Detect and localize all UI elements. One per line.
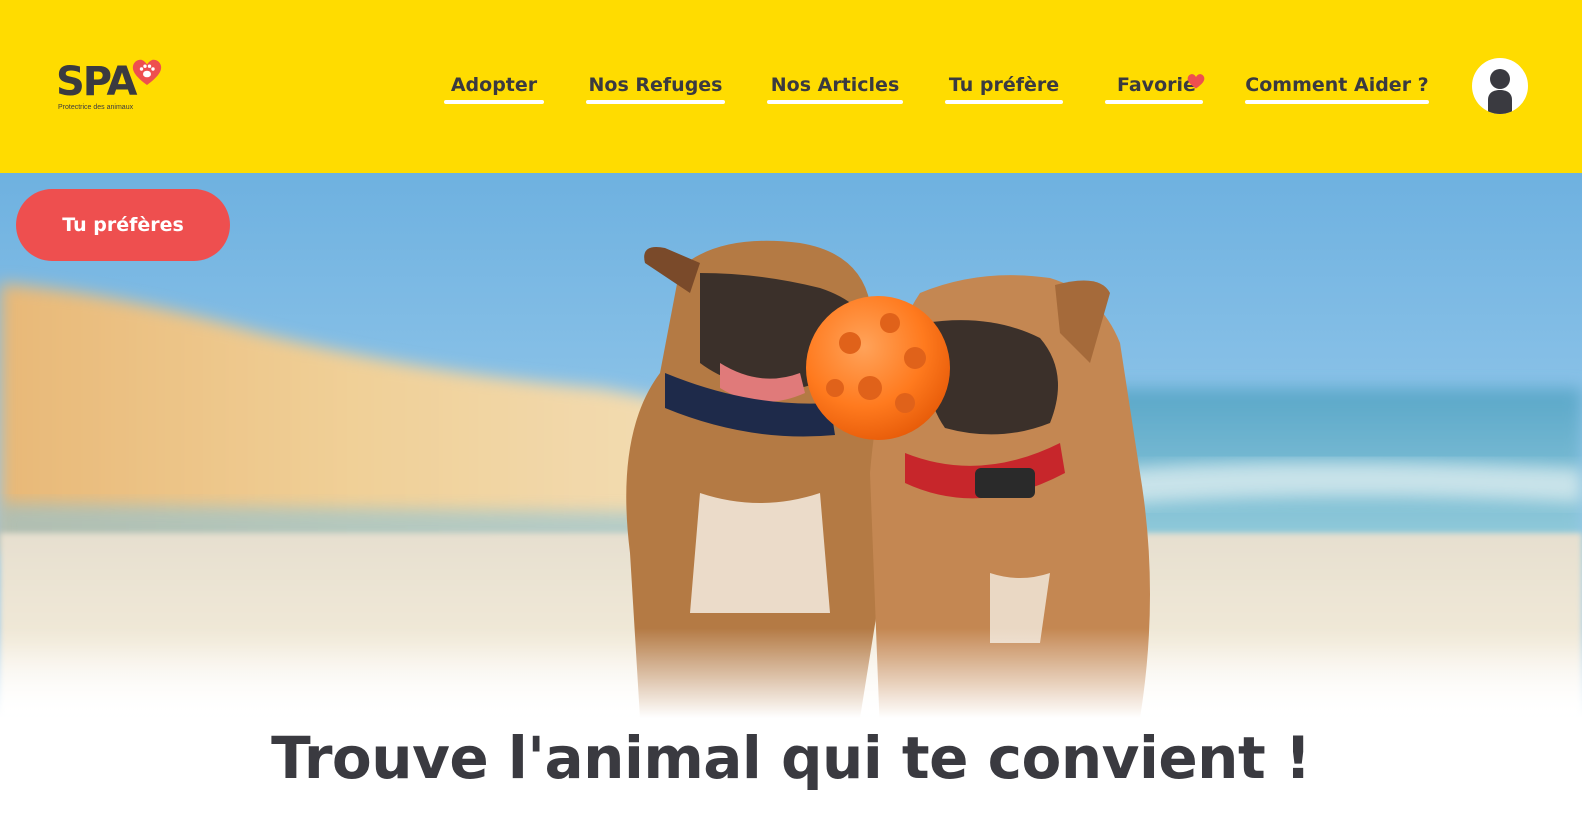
nav-comment-aider[interactable]: Comment Aider ?: [1245, 72, 1429, 104]
spa-logo[interactable]: SPA Protectrice des animaux: [56, 58, 166, 116]
tu-preferes-button[interactable]: Tu préfères: [16, 189, 230, 261]
page-headline: Trouve l'animal qui te convient !: [271, 724, 1311, 792]
nav-nos-refuges[interactable]: Nos Refuges: [586, 72, 725, 104]
hero-photo-dogs-beach: [0, 173, 1582, 718]
user-avatar-button[interactable]: [1472, 58, 1528, 114]
nav-underline: [767, 100, 903, 104]
nav-underline: [945, 100, 1063, 104]
orange-ball: [806, 296, 950, 440]
nav-underline: [1245, 100, 1429, 104]
nav-label: Adopter: [450, 74, 538, 96]
nav-underline: [444, 100, 544, 104]
hero-image: [0, 173, 1582, 718]
nav-label: Nos Articles: [770, 74, 900, 96]
nav-underline: [586, 100, 725, 104]
paw-heart-icon: [132, 59, 162, 85]
heart-icon: [1187, 74, 1205, 89]
nav-underline: [1105, 100, 1203, 104]
nav-label: Nos Refuges: [588, 74, 723, 96]
site-header: SPA Protectrice des animaux Adopter Nos …: [0, 0, 1582, 173]
nav-tu-prefere[interactable]: Tu préfère: [945, 72, 1063, 104]
nav-label: Tu préfère: [948, 74, 1060, 96]
user-avatar-icon: [1488, 69, 1512, 114]
nav-adopter[interactable]: Adopter: [444, 72, 544, 104]
logo-subtitle: Protectrice des animaux: [58, 104, 134, 111]
nav-nos-articles[interactable]: Nos Articles: [767, 72, 903, 104]
logo-text: SPA: [56, 59, 137, 105]
nav-favorie[interactable]: Favorie: [1105, 72, 1205, 104]
nav-label: Comment Aider ?: [1245, 74, 1429, 96]
